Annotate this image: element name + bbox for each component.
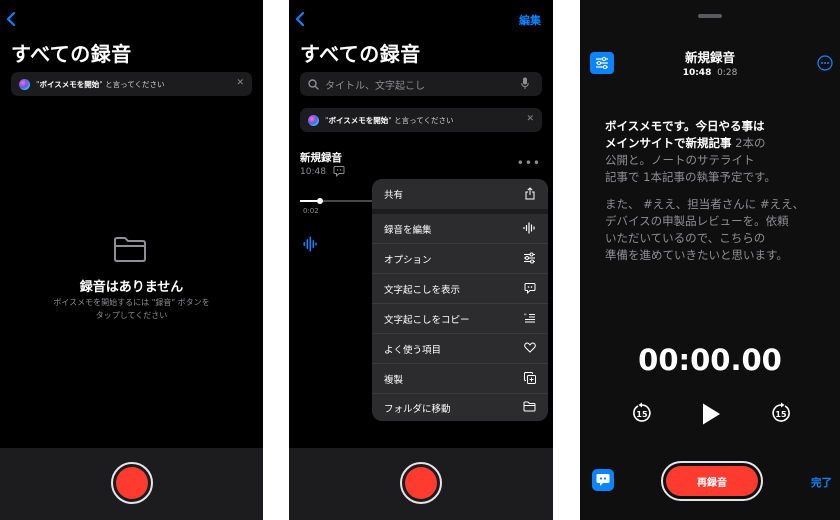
edit-button[interactable]: 編集	[519, 12, 541, 28]
quote-bubble-icon	[524, 283, 536, 294]
menu-item-favorite[interactable]: よく使う項目	[372, 334, 548, 363]
search-icon	[308, 78, 319, 90]
sliders-icon	[524, 252, 535, 264]
microphone-icon[interactable]	[521, 77, 529, 90]
close-icon[interactable]: ✕	[236, 78, 244, 88]
search-placeholder: タイトル、文字起こし	[325, 80, 425, 92]
folder-icon	[523, 401, 536, 412]
empty-recordings-screen: すべての録音 "ボイスメモを開始" と言ってください ✕ 録音はありません ボイ…	[0, 0, 263, 520]
transcript-paragraph-1: ボイスメモです。今日やる事は メインサイトで新規記事 2本の 公開と。ノートのサ…	[605, 119, 776, 184]
playback-position: 0:02	[303, 207, 319, 215]
page-title: すべての録音	[11, 42, 132, 66]
svg-text:15: 15	[775, 410, 787, 419]
menu-item-duplicate[interactable]: 複製	[372, 364, 548, 393]
more-options-icon[interactable]	[817, 55, 833, 71]
siri-icon	[308, 114, 319, 126]
record-button[interactable]	[110, 462, 153, 504]
close-icon[interactable]: ✕	[526, 114, 534, 124]
done-button[interactable]: 完了	[811, 475, 832, 490]
rerecord-button[interactable]: 再録音	[661, 461, 763, 501]
waveform-icon	[523, 222, 535, 234]
menu-item-edit-recording[interactable]: 録音を編集	[372, 214, 548, 243]
recording-time: 10:48	[300, 167, 326, 177]
waveform-icon[interactable]	[303, 236, 317, 252]
transcript-paragraph-2: また、 #ええ、担当者さんに #ええ、 デバイスの申製品レビューを。依頼 いただ…	[605, 197, 805, 262]
siri-suggestion-banner[interactable]: "ボイスメモを開始" と言ってください ✕	[300, 108, 542, 132]
bottom-toolbar	[0, 448, 263, 520]
siri-command: ボイスメモを開始	[39, 79, 100, 89]
recordings-list-screen: 編集 すべての録音 タイトル、文字起こし "ボイスメモを開始" と言ってください…	[289, 0, 553, 520]
menu-item-show-transcript[interactable]: 文字起こしを表示	[372, 274, 548, 303]
transcript-bubble-icon	[333, 166, 345, 177]
skip-back-15-icon[interactable]: 15	[631, 402, 653, 424]
menu-item-options[interactable]: オプション	[372, 244, 548, 273]
heart-icon	[524, 342, 536, 353]
siri-icon	[19, 78, 30, 90]
back-chevron-icon[interactable]	[6, 10, 16, 31]
record-button[interactable]	[400, 462, 442, 504]
quote-bubble-icon	[596, 474, 610, 486]
more-options-icon[interactable]: •••	[517, 156, 541, 170]
sheet-grabber[interactable]	[698, 14, 722, 18]
recording-title: 新規録音	[684, 50, 735, 65]
skip-forward-15-icon[interactable]: 15	[770, 402, 792, 424]
menu-item-share[interactable]: 共有	[372, 179, 548, 208]
siri-command: ボイスメモを開始	[328, 115, 389, 125]
playback-timer: 00:00.00	[638, 343, 782, 377]
menu-item-move-to-folder[interactable]: フォルダに移動	[372, 393, 548, 421]
share-icon	[525, 187, 535, 200]
empty-state-title: 録音はありません	[79, 280, 184, 295]
copy-text-icon: "	[524, 313, 535, 323]
siri-suggestion-banner[interactable]: "ボイスメモを開始" と言ってください ✕	[11, 72, 252, 96]
recording-detail-sheet: 新規録音 10:48 0:28 ボイスメモです。今日やる事は メインサイトで新規…	[580, 0, 840, 520]
duplicate-icon	[524, 372, 536, 384]
folder-icon	[114, 237, 146, 262]
recording-title: 新規録音	[300, 152, 342, 164]
bottom-toolbar	[289, 448, 553, 520]
play-icon[interactable]	[700, 402, 722, 426]
search-field[interactable]: タイトル、文字起こし	[300, 72, 542, 96]
transcript-toggle-button[interactable]	[592, 469, 614, 491]
svg-text:": "	[524, 313, 527, 320]
menu-item-copy-transcript[interactable]: 文字起こしをコピー "	[372, 304, 548, 333]
context-menu: 共有 録音を編集 オプション 文字起こしを表示 文字起こしをコピー " よく使う…	[372, 179, 548, 421]
empty-state-hint: ボイスメモを開始するには "録音" ボタンを タップしてください	[53, 298, 210, 320]
playback-scrubber[interactable]	[300, 198, 380, 204]
scrubber-knob[interactable]	[317, 198, 323, 204]
svg-text:15: 15	[636, 410, 648, 419]
back-chevron-icon[interactable]	[295, 10, 305, 31]
page-title: すべての録音	[300, 42, 421, 66]
recording-meta: 10:48 0:28	[682, 68, 738, 78]
